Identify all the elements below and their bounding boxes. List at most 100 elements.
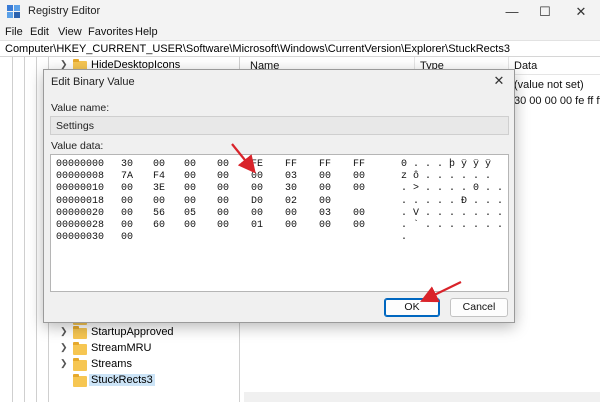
- hex-byte[interactable]: 00: [121, 232, 133, 243]
- hex-byte[interactable]: 00: [353, 183, 365, 194]
- hex-byte[interactable]: 00: [217, 196, 229, 207]
- hex-byte[interactable]: 00: [319, 183, 331, 194]
- hex-ascii[interactable]: . . . . . Ð . . .: [401, 196, 503, 207]
- tree-guide-line: [36, 57, 37, 402]
- tree-item-label: StartupApproved: [91, 326, 174, 338]
- tree-item-label: StreamMRU: [91, 342, 152, 354]
- hex-ascii[interactable]: z ô . . . . . .: [401, 171, 491, 182]
- hex-byte[interactable]: 00: [184, 196, 196, 207]
- tree-guide-line: [12, 57, 13, 402]
- chevron-right-icon[interactable]: ❯: [60, 358, 70, 369]
- hex-byte[interactable]: 05: [184, 208, 196, 219]
- hex-byte[interactable]: 00: [353, 171, 365, 182]
- address-path[interactable]: Computer\HKEY_CURRENT_USER\Software\Micr…: [5, 43, 510, 55]
- hex-byte[interactable]: 00: [217, 171, 229, 182]
- list-cell-data[interactable]: (value not set): [514, 79, 584, 91]
- value-name-text: Settings: [56, 120, 94, 132]
- edit-binary-value-dialog: Edit Binary Value ✕ Value name: Settings…: [43, 69, 515, 323]
- hex-byte[interactable]: 00: [251, 183, 263, 194]
- value-name-label: Value name:: [51, 102, 110, 114]
- hex-ascii[interactable]: 0 . . . þ ÿ ÿ ÿ: [401, 159, 491, 170]
- hex-byte[interactable]: 56: [153, 208, 165, 219]
- chevron-right-icon[interactable]: ❯: [60, 342, 70, 353]
- hex-byte[interactable]: D0: [251, 196, 263, 207]
- hex-byte[interactable]: 01: [251, 220, 263, 231]
- hex-offset: 00000008: [56, 171, 105, 183]
- hex-byte[interactable]: FE: [251, 159, 263, 170]
- hex-byte[interactable]: 00: [153, 159, 165, 170]
- hex-byte[interactable]: 03: [285, 171, 297, 182]
- hex-byte[interactable]: 02: [285, 196, 297, 207]
- hex-offset: 00000020: [56, 207, 105, 219]
- hex-byte[interactable]: 00: [121, 208, 133, 219]
- dialog-title: Edit Binary Value: [51, 76, 135, 88]
- list-cell-data[interactable]: 30 00 00 00 fe ff ff ff: [514, 95, 600, 107]
- hex-byte[interactable]: 00: [217, 208, 229, 219]
- value-data-label: Value data:: [51, 140, 104, 152]
- hex-byte[interactable]: FF: [285, 159, 297, 170]
- hex-byte[interactable]: 00: [251, 171, 263, 182]
- hex-byte[interactable]: 00: [217, 220, 229, 231]
- hex-byte[interactable]: 00: [353, 208, 365, 219]
- ok-button[interactable]: OK: [384, 298, 440, 317]
- hex-byte[interactable]: 30: [285, 183, 297, 194]
- hex-byte[interactable]: 00: [319, 220, 331, 231]
- cancel-button[interactable]: Cancel: [450, 298, 508, 317]
- hex-byte[interactable]: 00: [153, 196, 165, 207]
- chevron-right-icon[interactable]: ❯: [60, 326, 70, 337]
- hex-byte[interactable]: 00: [184, 159, 196, 170]
- hex-ascii[interactable]: . ` . . . . . . .: [401, 220, 503, 231]
- hex-ascii[interactable]: . V . . . . . . .: [401, 208, 503, 219]
- menu-favorites[interactable]: Favorites: [88, 26, 133, 38]
- column-data[interactable]: Data: [514, 60, 537, 72]
- hex-byte[interactable]: 00: [217, 183, 229, 194]
- title-bar: Registry Editor — ☐ ✕: [0, 0, 600, 24]
- hex-byte[interactable]: 7A: [121, 171, 133, 182]
- hex-byte[interactable]: 00: [319, 171, 331, 182]
- hex-byte[interactable]: 30: [121, 159, 133, 170]
- minimize-button[interactable]: —: [497, 0, 527, 24]
- hex-byte[interactable]: 00: [121, 196, 133, 207]
- tree-item-label: Streams: [91, 358, 132, 370]
- hex-offset: 00000010: [56, 183, 105, 195]
- hex-ascii[interactable]: .: [401, 232, 407, 243]
- hex-byte[interactable]: 03: [319, 208, 331, 219]
- address-bar[interactable]: Computer\HKEY_CURRENT_USER\Software\Micr…: [0, 40, 600, 57]
- hex-byte[interactable]: 00: [217, 159, 229, 170]
- value-data-editor[interactable]: 00000000 30 00 00 00 FE FF FF FF 0 . . . þ ÿ ÿ ÿ0…: [50, 154, 509, 292]
- tree-item-label: StuckRects3: [89, 374, 155, 386]
- menu-edit[interactable]: Edit: [30, 26, 49, 38]
- folder-icon: [73, 326, 87, 339]
- horizontal-scrollbar[interactable]: [244, 392, 600, 402]
- hex-byte[interactable]: 00: [285, 220, 297, 231]
- hex-ascii[interactable]: . > . . . . 0 . .: [401, 183, 503, 194]
- hex-byte[interactable]: FF: [319, 159, 331, 170]
- hex-byte[interactable]: 60: [153, 220, 165, 231]
- menu-file[interactable]: File: [5, 26, 23, 38]
- hex-byte[interactable]: FF: [353, 159, 365, 170]
- hex-offset: 00000030: [56, 232, 105, 244]
- dialog-close-button[interactable]: ✕: [490, 72, 508, 90]
- hex-byte[interactable]: 00: [251, 208, 263, 219]
- hex-byte[interactable]: F4: [153, 171, 165, 182]
- menu-help[interactable]: Help: [135, 26, 158, 38]
- hex-byte[interactable]: 00: [121, 220, 133, 231]
- menu-view[interactable]: View: [58, 26, 82, 38]
- hex-byte[interactable]: 00: [121, 183, 133, 194]
- hex-byte[interactable]: 00: [353, 220, 365, 231]
- hex-byte[interactable]: 00: [184, 220, 196, 231]
- window-title: Registry Editor: [28, 5, 101, 17]
- close-button[interactable]: ✕: [566, 0, 596, 24]
- folder-icon: [73, 358, 87, 371]
- menu-bar: File Edit View Favorites Help: [0, 24, 600, 40]
- hex-byte[interactable]: 00: [285, 208, 297, 219]
- hex-offset: 00000028: [56, 220, 105, 231]
- hex-byte[interactable]: 3E: [153, 183, 165, 194]
- hex-byte[interactable]: 00: [184, 171, 196, 182]
- hex-byte[interactable]: 00: [319, 196, 331, 207]
- folder-icon: [73, 342, 87, 355]
- registry-editor-icon: [7, 5, 20, 18]
- hex-byte[interactable]: 00: [184, 183, 196, 194]
- maximize-button[interactable]: ☐: [530, 0, 560, 24]
- value-name-field: Settings: [50, 116, 509, 135]
